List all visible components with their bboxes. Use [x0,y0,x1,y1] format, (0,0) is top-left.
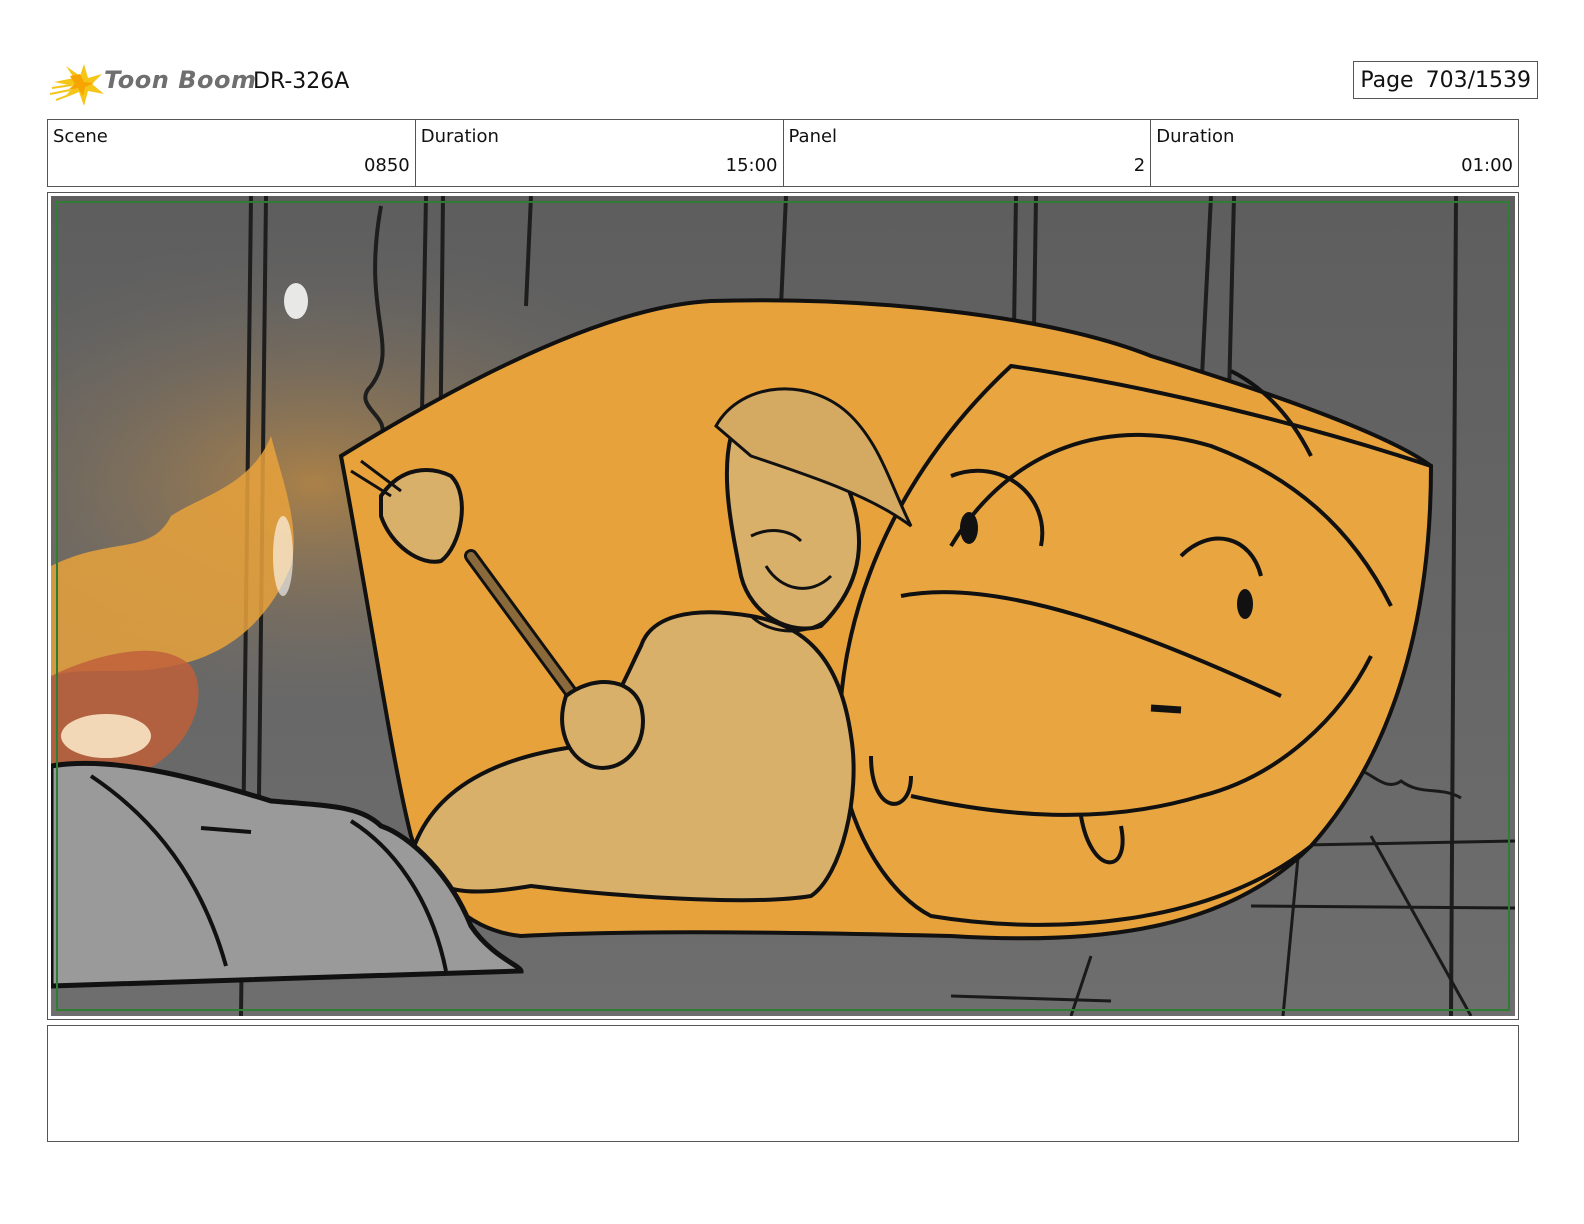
logo-wordmark: Toon Boom [104,66,257,94]
scene-value: 0850 [363,155,410,176]
scene-info-table: Scene 0850 Duration 15:00 Panel 2 Durati… [47,119,1519,187]
star-burst-icon [50,64,104,106]
scene-cell: Scene 0850 [48,120,416,186]
panel-duration-label: Duration [1156,126,1235,147]
scene-duration-cell: Duration 15:00 [416,120,784,186]
flame-highlight [284,283,308,319]
scene-duration-label: Duration [420,126,499,147]
panel-value: 2 [1133,155,1146,176]
creature-nostril [1150,704,1182,714]
toon-boom-logo: Toon Boom [48,56,256,108]
panel-cell: Panel 2 [784,120,1152,186]
scene-label: Scene [53,126,108,147]
panel-duration-value: 01:00 [1461,155,1513,176]
page-header: Toon Boom DR-326A Page 703/1539 [48,56,1538,108]
page-number: 703/1539 [1425,67,1531,93]
page-indicator: Page 703/1539 [1353,61,1538,99]
ember-core [61,714,151,758]
scene-duration-value: 15:00 [725,155,778,176]
panel-duration-cell: Duration 01:00 [1151,120,1518,186]
storyboard-panel [47,192,1519,1020]
panel-sketch [51,196,1515,1016]
panel-notes-box [47,1025,1519,1142]
creature-left-eye [960,512,978,544]
panel-label: Panel [788,126,838,147]
flame-highlight-2 [273,516,293,596]
creature-right-eye [1237,589,1253,619]
page-label: Page [1360,67,1414,93]
project-id: DR-326A [253,69,350,94]
